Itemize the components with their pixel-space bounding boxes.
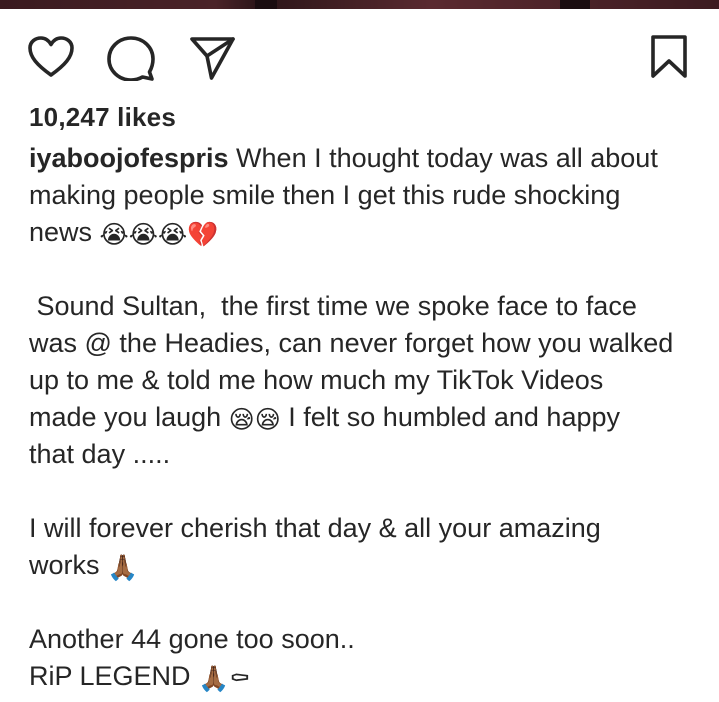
caption-text: When I thought today was all about — [228, 143, 658, 173]
caption-line: was @ the Headies, can never forget how … — [29, 328, 674, 358]
crying-broken-heart-emoji: 😭😭😭💔 — [99, 220, 219, 249]
caption-line: that day ..... — [29, 439, 171, 469]
send-icon[interactable] — [188, 35, 236, 81]
caption-line: Sound Sultan, the first time we spoke fa… — [29, 291, 637, 321]
caption-line: RiP LEGEND 🙏🏾⚰ — [29, 658, 699, 695]
caption-line: made you laugh 😪😪 I felt so humbled and … — [29, 399, 699, 436]
caption-text: made you laugh — [29, 402, 229, 432]
praying-hands-emoji: 🙏🏾 — [107, 553, 139, 582]
caption-text: works — [29, 550, 108, 580]
post-caption: iyaboojofespris When I thought today was… — [29, 140, 699, 695]
caption-line: news 😭😭😭💔 — [29, 214, 699, 251]
bookmark-icon[interactable] — [649, 34, 689, 80]
sleepy-emoji: 😪😪 — [228, 405, 281, 434]
heart-icon[interactable] — [27, 35, 75, 79]
caption-line: Another 44 gone too soon.. — [29, 624, 355, 654]
caption-text: news — [29, 217, 100, 247]
post-media-edge — [0, 0, 719, 9]
caption-line: I will forever cherish that day & all yo… — [29, 513, 601, 543]
caption-line: up to me & told me how much my TikTok Vi… — [29, 365, 604, 395]
post-action-bar — [0, 30, 719, 81]
praying-coffin-emoji: 🙏🏾⚰ — [198, 664, 251, 693]
username-link[interactable]: iyaboojofespris — [29, 143, 229, 173]
caption-line: works 🙏🏾 — [29, 547, 699, 584]
comment-icon[interactable] — [106, 35, 156, 81]
caption-text: RiP LEGEND — [29, 661, 199, 691]
likes-count[interactable]: 10,247 likes — [29, 102, 176, 133]
caption-text: I felt so humbled and happy — [280, 402, 620, 432]
caption-line: iyaboojofespris When I thought today was… — [29, 140, 699, 177]
caption-line: making people smile then I get this rude… — [29, 180, 621, 210]
